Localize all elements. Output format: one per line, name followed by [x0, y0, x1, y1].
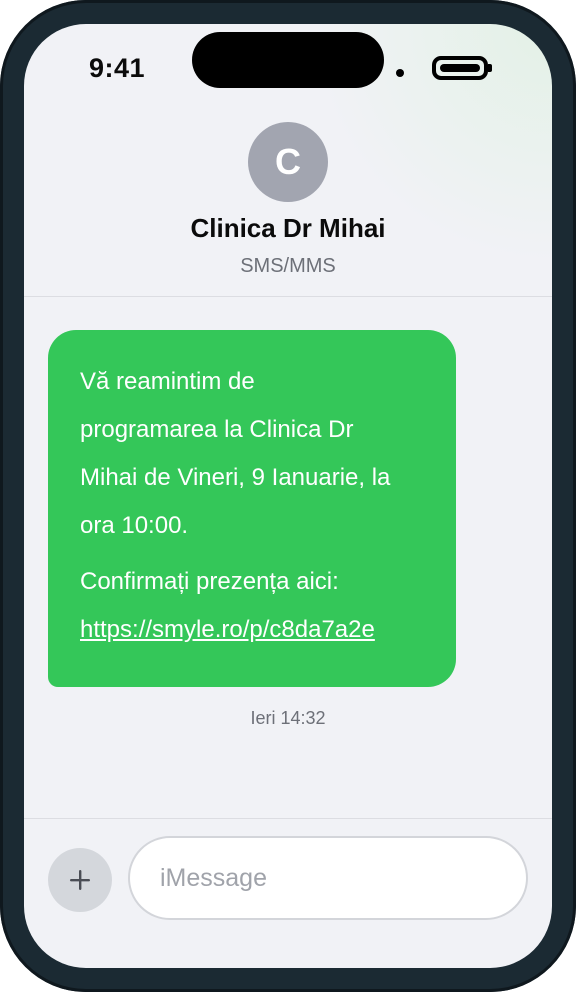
status-time: 9:41	[89, 53, 146, 83]
header-divider	[24, 296, 552, 297]
contact-channel: SMS/MMS	[240, 255, 336, 277]
contact-name[interactable]: Clinica Dr Mihai	[24, 213, 552, 244]
contact-avatar[interactable]: C	[248, 122, 328, 202]
message-input[interactable]	[128, 836, 528, 920]
battery-icon	[432, 56, 488, 80]
battery-level	[440, 64, 480, 72]
composer-divider	[24, 818, 552, 819]
message-line: Vă reamintim de	[80, 368, 255, 395]
plus-icon	[70, 870, 90, 890]
message-bubble: Vă reamintim de programarea la Clinica D…	[48, 330, 456, 687]
message-line: ora 10:00.	[80, 512, 189, 539]
screen: 9:41 C Clinica Dr Mihai SMS/MMS Vă reami…	[24, 24, 552, 968]
add-attachment-button[interactable]	[48, 848, 112, 912]
message-line: Mihai de Vineri, 9 Ianuarie, la	[80, 464, 391, 491]
dynamic-island	[192, 32, 384, 88]
confirm-text: Confirmați prezența aici:	[80, 568, 339, 595]
message-timestamp: Ieri 14:32	[250, 708, 326, 728]
confirm-link[interactable]: https://smyle.ro/p/c8da7a2e	[80, 616, 375, 643]
camera-indicator	[396, 69, 404, 77]
battery-tip	[488, 64, 492, 72]
phone-frame: 9:41 C Clinica Dr Mihai SMS/MMS Vă reami…	[0, 0, 576, 992]
message-line: programarea la Clinica Dr	[80, 416, 354, 443]
